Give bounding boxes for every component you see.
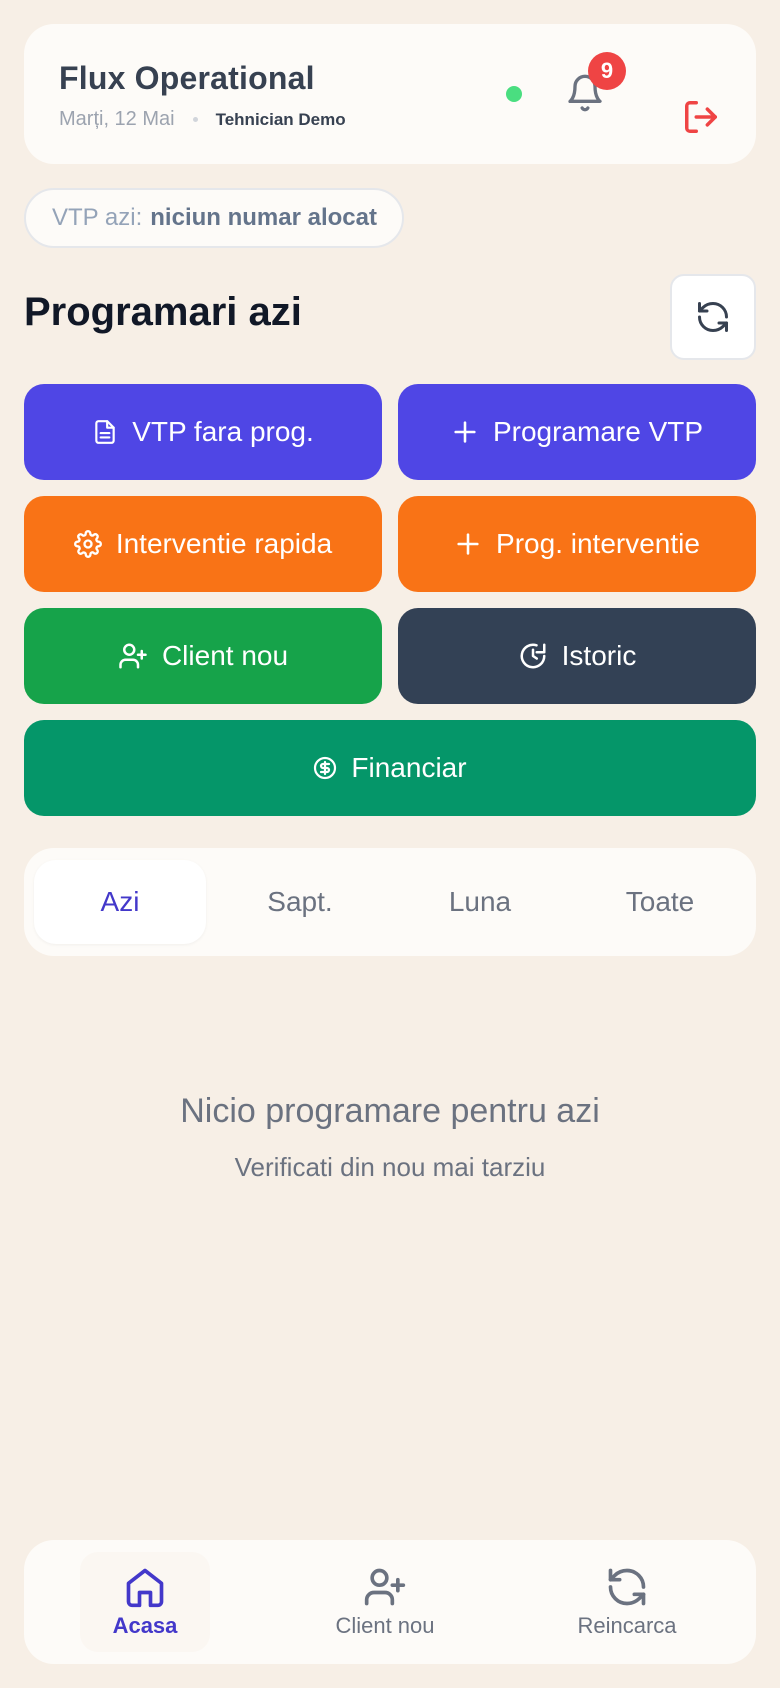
- current-date: Marți, 12 Mai: [59, 108, 175, 130]
- vtp-value: niciun numar alocat: [150, 204, 377, 231]
- online-status-indicator: [506, 86, 522, 102]
- logout-icon: [685, 101, 717, 133]
- app-title: Flux Operational: [59, 60, 315, 96]
- tab-today[interactable]: Azi: [34, 860, 206, 944]
- period-tabs: Azi Sapt. Luna Toate: [24, 848, 756, 956]
- financial-button[interactable]: Financiar: [24, 720, 756, 816]
- header-card: Flux Operational Marți, 12 Mai Tehnician…: [24, 24, 756, 164]
- vtp-label: VTP azi:: [52, 204, 143, 231]
- vtp-today-pill: VTP azi: niciun numar alocat: [24, 188, 404, 248]
- separator-dot: [192, 117, 198, 122]
- financial-label: Financiar: [351, 752, 467, 783]
- empty-state-title: Nicio programare pentru azi: [180, 1092, 600, 1130]
- nav-reload[interactable]: Reincarca: [562, 1552, 692, 1652]
- plus-icon: [454, 421, 476, 443]
- nav-new-client-label: Client nou: [335, 1613, 435, 1638]
- history-icon: [520, 643, 546, 669]
- gear-icon: [73, 530, 102, 558]
- prog-vtp-label: Programare VTP: [492, 416, 704, 447]
- prog-intervention-button[interactable]: Prog. interventie: [398, 496, 756, 592]
- refresh-button[interactable]: [670, 274, 756, 360]
- nav-home-label: Acasa: [112, 1613, 178, 1638]
- home-icon: [126, 1568, 164, 1608]
- tab-month[interactable]: Luna: [394, 860, 566, 944]
- vtp-no-prog-button[interactable]: VTP fara prog.: [24, 384, 382, 480]
- refresh-icon: [608, 1568, 646, 1606]
- plus-icon: [457, 533, 479, 555]
- header-subtitle: Marți, 12 Mai Tehnician Demo: [59, 108, 346, 131]
- history-button[interactable]: Istoric: [398, 608, 756, 704]
- prog-vtp-button[interactable]: Programare VTP: [398, 384, 756, 480]
- money-icon: [314, 756, 337, 780]
- history-label: Istoric: [561, 640, 637, 671]
- new-client-button[interactable]: Client nou: [24, 608, 382, 704]
- logout-button[interactable]: [678, 94, 724, 140]
- new-client-label: Client nou: [161, 640, 289, 671]
- user-plus-icon: [364, 1568, 406, 1606]
- nav-home[interactable]: Acasa: [80, 1552, 210, 1652]
- section-title: Programari azi: [24, 290, 302, 334]
- nav-new-client[interactable]: Client nou: [320, 1552, 450, 1652]
- quick-intervention-button[interactable]: Interventie rapida: [24, 496, 382, 592]
- user-plus-icon: [119, 643, 147, 669]
- tab-week[interactable]: Sapt.: [214, 860, 386, 944]
- notification-badge: 9: [588, 52, 626, 90]
- prog-intervention-label: Prog. interventie: [496, 528, 700, 559]
- vtp-no-prog-label: VTP fara prog.: [132, 416, 314, 447]
- refresh-icon: [698, 302, 728, 332]
- quick-intervention-label: Interventie rapida: [115, 528, 333, 559]
- nav-reload-label: Reincarca: [577, 1613, 677, 1638]
- tab-all[interactable]: Toate: [574, 860, 746, 944]
- empty-state-subtitle: Verificati din nou mai tarziu: [234, 1152, 546, 1182]
- app-screen: Flux Operational Marți, 12 Mai Tehnician…: [0, 0, 780, 1688]
- document-icon: [95, 420, 115, 444]
- bottom-navigation: Acasa Client nou Reincarca: [24, 1540, 756, 1664]
- user-name: Tehnician Demo: [215, 109, 346, 129]
